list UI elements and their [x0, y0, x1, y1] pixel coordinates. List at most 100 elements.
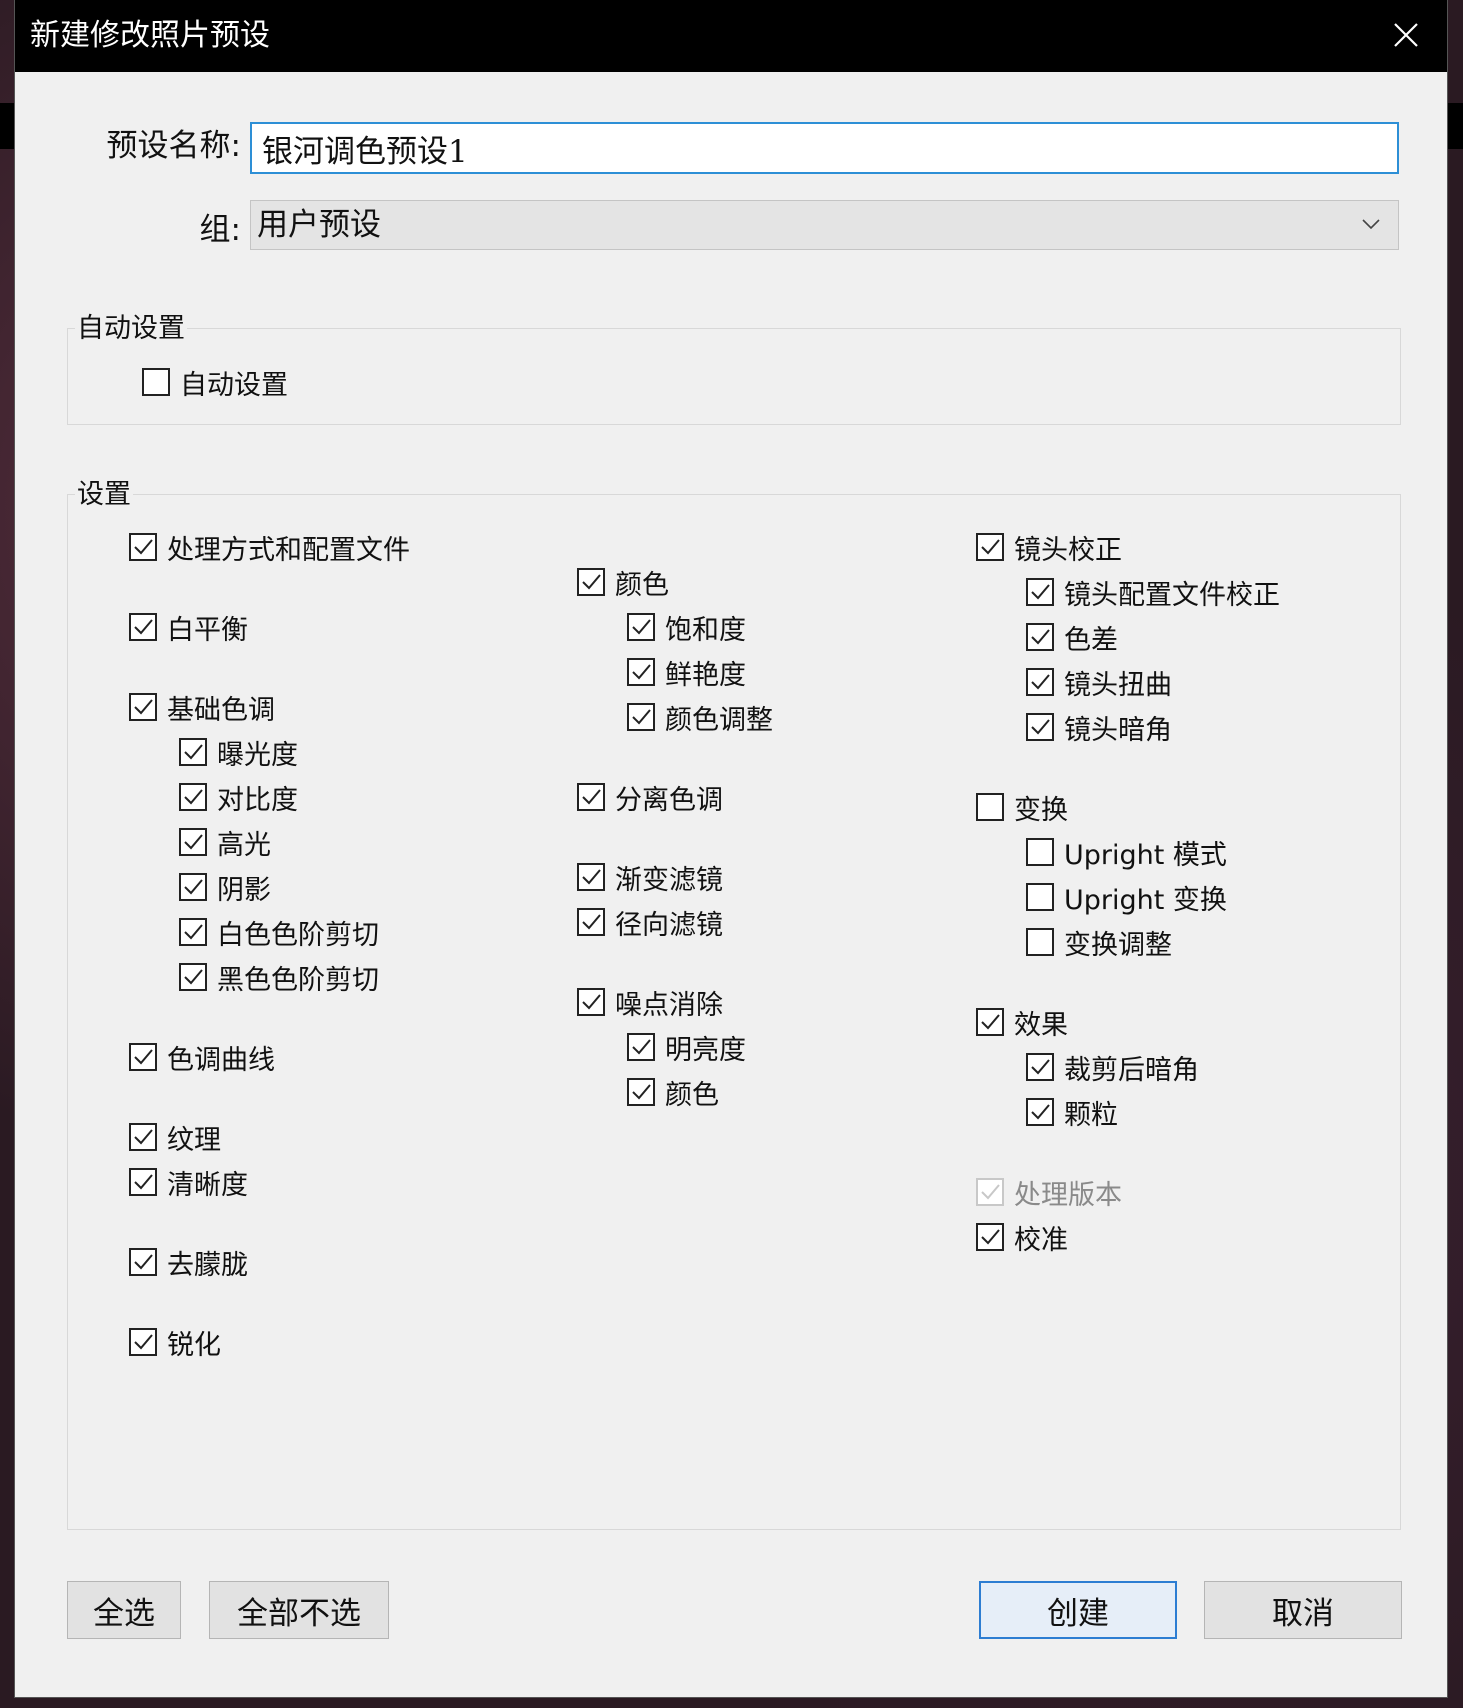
checkbox-col3-13[interactable]: 校准	[976, 1219, 1068, 1256]
title-bar: 新建修改照片预设	[15, 0, 1447, 72]
checkbox-col2-5[interactable]: 渐变滤镜	[577, 859, 723, 896]
checkmark-box-icon	[627, 703, 655, 731]
checkbox-col2-7[interactable]: 噪点消除	[577, 984, 723, 1021]
checkbox-col1-0[interactable]: 处理方式和配置文件	[129, 529, 410, 566]
empty-box-icon	[1026, 928, 1054, 956]
checkbox-col3-11[interactable]: 颗粒	[1026, 1094, 1118, 1131]
checkmark-box-icon	[179, 963, 207, 991]
preset-name-input[interactable]	[250, 122, 1399, 174]
checkbox-col3-4[interactable]: 镜头暗角	[1026, 709, 1172, 746]
create-button[interactable]: 创建	[979, 1581, 1177, 1639]
checkbox-col3-10[interactable]: 裁剪后暗角	[1026, 1049, 1199, 1086]
checkbox-col1-6[interactable]: 阴影	[179, 869, 271, 906]
checkbox-label: 色调曲线	[167, 1044, 275, 1076]
checkmark-box-icon	[577, 908, 605, 936]
checkmark-box-icon	[577, 783, 605, 811]
checkbox-col3-3[interactable]: 镜头扭曲	[1026, 664, 1172, 701]
checkbox-col1-1[interactable]: 白平衡	[129, 609, 248, 646]
checkmark-box-icon	[627, 1078, 655, 1106]
checkmark-box-icon	[1026, 713, 1054, 741]
checkbox-label: 白色色阶剪切	[217, 919, 379, 951]
empty-box-icon	[1026, 838, 1054, 866]
empty-box-icon	[976, 793, 1004, 821]
checkbox-col1-10[interactable]: 纹理	[129, 1119, 221, 1156]
checkbox-col2-4[interactable]: 分离色调	[577, 779, 723, 816]
checkmark-box-icon	[129, 1168, 157, 1196]
checkmark-box-icon	[129, 613, 157, 641]
checkmark-box-icon	[179, 828, 207, 856]
checkbox-col1-3[interactable]: 曝光度	[179, 734, 298, 771]
checkmark-box-icon	[129, 1123, 157, 1151]
checkbox-col3-1[interactable]: 镜头配置文件校正	[1026, 574, 1280, 611]
checkbox-col2-0[interactable]: 颜色	[577, 564, 669, 601]
checkmark-box-icon	[577, 568, 605, 596]
checkmark-box-icon	[1026, 1053, 1054, 1081]
checkbox-label: 分离色调	[615, 784, 723, 816]
checkmark-box-icon	[179, 783, 207, 811]
checkbox-col1-12[interactable]: 去朦胧	[129, 1244, 248, 1281]
checkbox-label: 镜头配置文件校正	[1064, 579, 1280, 611]
checkbox-label: 处理版本	[1014, 1179, 1122, 1211]
checkbox-col2-8[interactable]: 明亮度	[627, 1029, 746, 1066]
checkbox-label: 效果	[1014, 1009, 1068, 1041]
checkbox-auto-0[interactable]: 自动设置	[142, 364, 288, 401]
checkbox-col1-9[interactable]: 色调曲线	[129, 1039, 275, 1076]
select-none-button[interactable]: 全部不选	[209, 1581, 389, 1639]
group-label: 组:	[199, 212, 241, 248]
checkbox-col3-7[interactable]: Upright 变换	[1026, 879, 1227, 916]
checkmark-box-icon	[1026, 578, 1054, 606]
checkbox-col1-13[interactable]: 锐化	[129, 1324, 221, 1361]
checkmark-box-icon	[976, 1223, 1004, 1251]
checkmark-box-icon	[1026, 1098, 1054, 1126]
checkbox-col1-7[interactable]: 白色色阶剪切	[179, 914, 379, 951]
checkmark-box-icon	[1026, 623, 1054, 651]
checkbox-label: 阴影	[217, 874, 271, 906]
checkbox-col3-2[interactable]: 色差	[1026, 619, 1118, 656]
checkbox-label: 裁剪后暗角	[1064, 1054, 1199, 1086]
close-button[interactable]	[1365, 0, 1447, 72]
checkbox-col1-4[interactable]: 对比度	[179, 779, 298, 816]
close-icon	[1394, 23, 1418, 47]
checkbox-label: 镜头校正	[1014, 534, 1122, 566]
checkmark-box-icon	[976, 1008, 1004, 1036]
checkbox-label: 变换调整	[1064, 929, 1172, 961]
empty-box-icon	[142, 368, 170, 396]
select-all-button[interactable]: 全选	[67, 1581, 181, 1639]
checkbox-col3-8[interactable]: 变换调整	[1026, 924, 1172, 961]
checkbox-col1-8[interactable]: 黑色色阶剪切	[179, 959, 379, 996]
checkbox-label: 锐化	[167, 1329, 221, 1361]
checkmark-box-icon	[179, 918, 207, 946]
checkmark-box-icon	[976, 533, 1004, 561]
checkbox-col2-9[interactable]: 颜色	[627, 1074, 719, 1111]
checkbox-label: 颜色调整	[665, 704, 773, 736]
checkbox-label: 明亮度	[665, 1034, 746, 1066]
checkbox-label: 校准	[1014, 1224, 1068, 1256]
checkmark-box-icon	[976, 1178, 1004, 1206]
checkbox-label: 处理方式和配置文件	[167, 534, 410, 566]
checkbox-col1-5[interactable]: 高光	[179, 824, 271, 861]
checkbox-label: 颜色	[665, 1079, 719, 1111]
checkbox-col3-9[interactable]: 效果	[976, 1004, 1068, 1041]
checkmark-box-icon	[627, 658, 655, 686]
checkbox-label: 镜头扭曲	[1064, 669, 1172, 701]
group-select[interactable]: 用户预设	[250, 200, 1399, 250]
checkbox-col2-2[interactable]: 鲜艳度	[627, 654, 746, 691]
checkbox-col3-6[interactable]: Upright 模式	[1026, 834, 1227, 871]
checkmark-box-icon	[129, 1328, 157, 1356]
checkbox-col2-3[interactable]: 颜色调整	[627, 699, 773, 736]
settings-groupbox	[67, 494, 1401, 1530]
checkbox-label: 径向滤镜	[615, 909, 723, 941]
checkbox-label: 噪点消除	[615, 989, 723, 1021]
checkbox-col3-5[interactable]: 变换	[976, 789, 1068, 826]
checkbox-col1-2[interactable]: 基础色调	[129, 689, 275, 726]
empty-box-icon	[1026, 883, 1054, 911]
checkbox-label: 饱和度	[665, 614, 746, 646]
cancel-button[interactable]: 取消	[1204, 1581, 1402, 1639]
checkmark-box-icon	[577, 863, 605, 891]
checkbox-col3-0[interactable]: 镜头校正	[976, 529, 1122, 566]
checkbox-col1-11[interactable]: 清晰度	[129, 1164, 248, 1201]
checkbox-label: 去朦胧	[167, 1249, 248, 1281]
checkbox-col2-1[interactable]: 饱和度	[627, 609, 746, 646]
checkmark-box-icon	[179, 738, 207, 766]
checkbox-col2-6[interactable]: 径向滤镜	[577, 904, 723, 941]
